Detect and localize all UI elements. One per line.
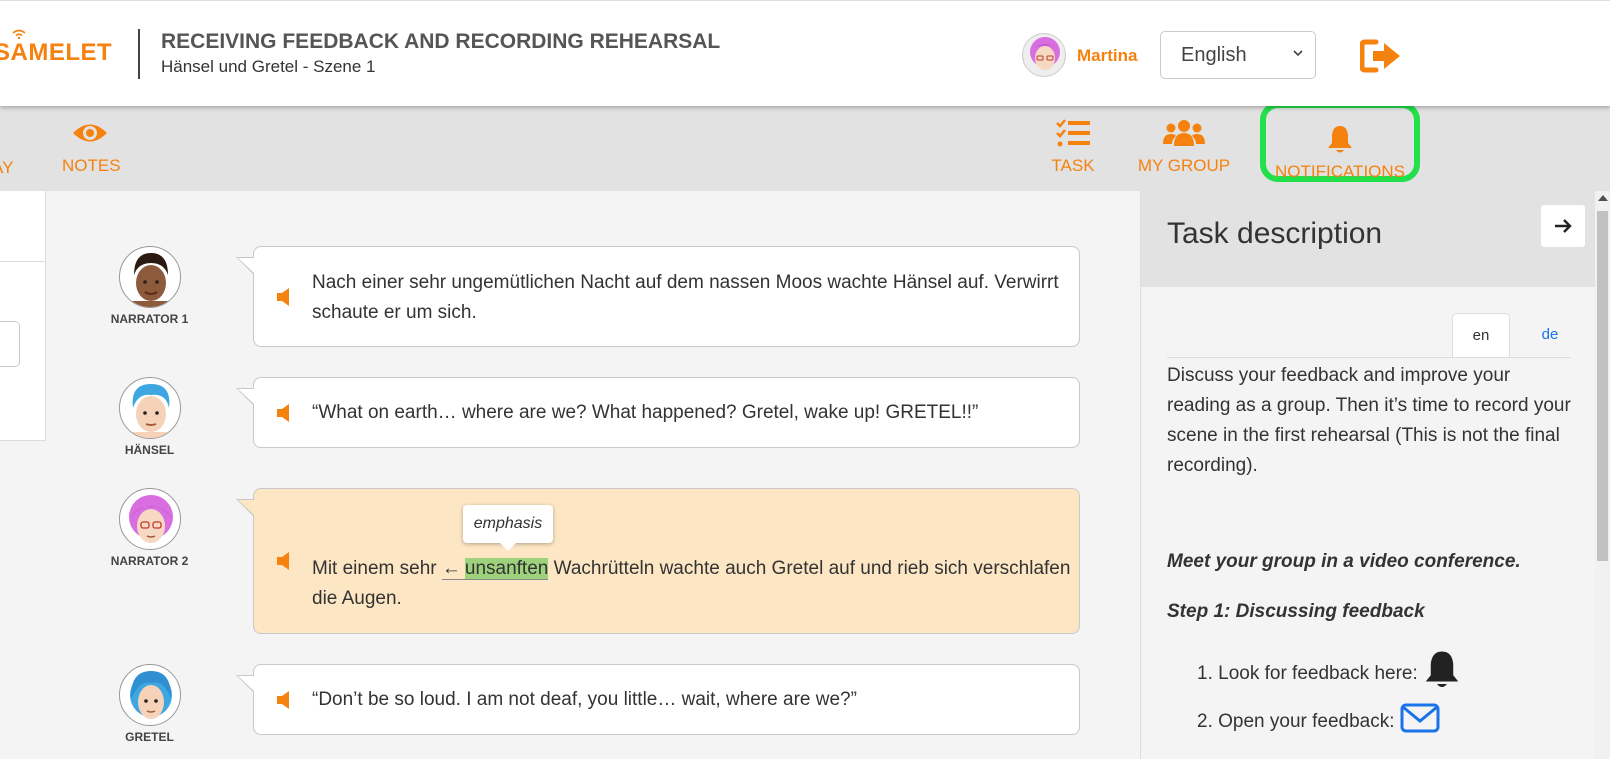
line-text-before: Mit einem sehr [312, 558, 437, 579]
avatar [118, 377, 181, 439]
logout-icon[interactable] [1360, 39, 1402, 73]
character-name: NARRATOR 1 [110, 312, 189, 326]
avatar [118, 664, 181, 726]
tab-play[interactable]: AY [0, 158, 13, 178]
task-body: Discuss your feedback and improve your r… [1167, 365, 1571, 476]
character-narrator-1: NARRATOR 1 [107, 246, 192, 326]
annotation-marker[interactable]: ← unsanften [441, 558, 549, 580]
bell-icon [1328, 126, 1352, 153]
arrow-left-icon: ← [441, 558, 461, 579]
task-panel-header: Task description [1141, 191, 1596, 287]
avatar [118, 246, 181, 308]
speaker-icon[interactable] [276, 403, 294, 423]
toolbar: AY NOTES TASK MY GROUP [0, 102, 1610, 191]
line-text: Nach einer sehr ungemütlichen Nacht auf … [312, 272, 1059, 323]
character-gretel: GRETEL [107, 664, 192, 744]
narrator-1-avatar-icon [129, 253, 172, 307]
gretel-avatar-icon [129, 671, 172, 719]
character-name: HÄNSEL [124, 443, 175, 457]
line-text: “What on earth… where are we? What happe… [312, 402, 979, 423]
tab-lang-de[interactable]: de [1521, 313, 1579, 357]
avatar[interactable] [1022, 33, 1066, 77]
avatar [118, 488, 181, 550]
language-value: English [1181, 44, 1247, 66]
script-line-active[interactable]: Mit einem sehr ← unsanften Wachrütteln wa… [236, 488, 1080, 634]
tab-notes-label: NOTES [62, 156, 121, 175]
header-divider [138, 29, 140, 79]
tab-notifications-label: NOTIFICATIONS [1274, 162, 1405, 181]
scroll-up-icon[interactable] [1598, 195, 1608, 201]
tab-my-group-label: MY GROUP [1137, 156, 1231, 175]
tab-task-label: TASK [1051, 156, 1095, 175]
character-narrator-2: NARRATOR 2 [107, 488, 192, 568]
samelet-logo[interactable]: SAMELET [0, 29, 113, 67]
tab-notes[interactable]: NOTES [62, 118, 121, 176]
step-item-2: 2. Open your feedback: [1197, 703, 1440, 733]
user-name[interactable]: Martina [1077, 46, 1137, 66]
haensel-avatar-icon [129, 384, 172, 438]
speaker-icon[interactable] [276, 690, 294, 710]
tab-divider [1167, 357, 1571, 358]
collapse-panel-button[interactable] [1541, 205, 1585, 247]
step-item-1-text: 1. Look for feedback here: [1197, 663, 1418, 684]
user-avatar-icon [1030, 37, 1060, 70]
tab-notifications[interactable]: NOTIFICATIONS [1260, 102, 1420, 182]
task-panel-scrollbar[interactable] [1595, 191, 1610, 759]
annotation-tooltip: emphasis [463, 505, 553, 551]
line-text: “Don’t be so loud. I am not deaf, you li… [312, 689, 857, 710]
script-line[interactable]: “What on earth… where are we? What happe… [236, 377, 1080, 448]
app-header: SAMELET RECEIVING FEEDBACK AND RECORDING… [0, 0, 1610, 106]
left-panel-divider [0, 261, 46, 262]
logo-text: SAMELET [0, 39, 113, 66]
script-line[interactable]: “Don’t be so loud. I am not deaf, you li… [236, 664, 1080, 735]
tab-lang-en[interactable]: en [1452, 313, 1510, 357]
users-icon [1163, 120, 1205, 146]
arrow-right-icon [1555, 219, 1572, 233]
chevron-down-icon [1293, 50, 1303, 57]
character-name: GRETEL [125, 730, 174, 744]
speaker-icon[interactable] [276, 551, 294, 571]
scrollbar-thumb[interactable] [1597, 211, 1608, 561]
script-line[interactable]: Nach einer sehr ungemütlichen Nacht auf … [236, 246, 1080, 347]
speaker-icon[interactable] [276, 287, 294, 307]
narrator-2-avatar-icon [128, 495, 173, 543]
task-panel: Task description en de Discuss your feed… [1140, 191, 1596, 759]
page-title: RECEIVING FEEDBACK AND RECORDING REHEARS… [161, 30, 721, 53]
step-item-1: 1. Look for feedback here: [1197, 649, 1461, 689]
wifi-icon [12, 29, 26, 39]
character-name: NARRATOR 2 [110, 554, 189, 568]
step-item-2-text: 2. Open your feedback: [1197, 711, 1395, 732]
tab-task[interactable]: TASK [1050, 118, 1096, 176]
tab-play-label: AY [0, 158, 14, 177]
character-haensel: HÄNSEL [107, 377, 192, 457]
left-panel [0, 191, 46, 441]
language-select[interactable]: English [1160, 31, 1316, 79]
left-panel-input[interactable] [0, 321, 20, 367]
task-meet-heading: Meet your group in a video conference. [1167, 551, 1521, 572]
highlighted-word[interactable]: unsanften [464, 558, 549, 579]
tab-my-group[interactable]: MY GROUP [1136, 118, 1232, 176]
bell-icon [1425, 651, 1459, 688]
envelope-icon [1400, 703, 1440, 733]
task-step-heading: Step 1: Discussing feedback [1167, 601, 1425, 622]
page-subtitle: Hänsel und Gretel - Szene 1 [161, 57, 376, 76]
eye-icon [73, 124, 107, 142]
checklist-icon [1056, 119, 1090, 147]
task-title: Task description [1167, 217, 1383, 250]
